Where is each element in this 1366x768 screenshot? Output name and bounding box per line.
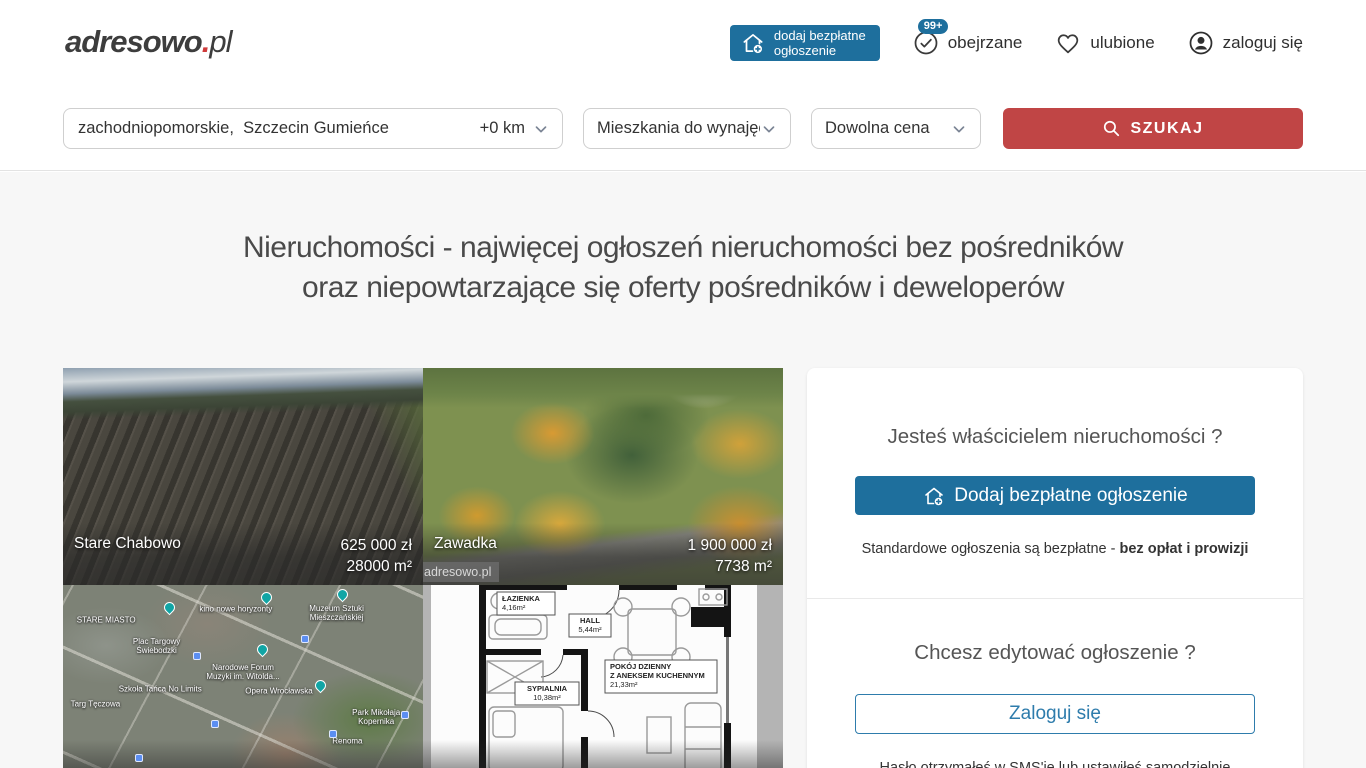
- svg-text:POKÓJ DZIENNY: POKÓJ DZIENNY: [610, 662, 671, 671]
- house-add-icon: [922, 484, 946, 508]
- map-pin-icon: [259, 589, 275, 605]
- add-free-listing-button[interactable]: Dodaj bezpłatne ogłoszenie: [855, 476, 1255, 515]
- house-add-icon: [740, 30, 766, 56]
- edit-note: Hasło otrzymałeś w SMS'ie lub ustawiłeś …: [855, 760, 1255, 768]
- map-label: Renoma: [332, 737, 362, 746]
- user-circle-icon: [1187, 29, 1215, 57]
- svg-text:10,38m²: 10,38m²: [533, 693, 561, 702]
- listing-tile-wroclaw[interactable]: STARE MIASTO kino nowe horyzonty Muzeum …: [63, 585, 423, 768]
- edit-heading: Chcesz edytować ogłoszenie ?: [855, 641, 1255, 665]
- svg-text:HALL: HALL: [580, 616, 600, 625]
- category-value: Mieszkania do wynajęcia: [597, 119, 760, 138]
- logo-tld: pl: [209, 24, 231, 59]
- map-transit-icon: [401, 711, 409, 719]
- radius-value: +0 km: [480, 119, 525, 138]
- login-label: zaloguj się: [1223, 33, 1303, 53]
- search-bar: +0 km Mieszkania do wynajęcia Dowolna ce…: [0, 86, 1366, 171]
- map-label: Szkoła Tańca No Limits: [119, 685, 202, 694]
- chevron-down-icon: [760, 120, 778, 138]
- svg-text:4,16m²: 4,16m²: [502, 603, 526, 612]
- radius-select[interactable]: +0 km: [480, 119, 550, 138]
- favorites-link[interactable]: ulubione: [1054, 29, 1154, 57]
- viewed-link[interactable]: 99+ obejrzane: [912, 29, 1023, 57]
- viewed-label: obejrzane: [948, 33, 1023, 53]
- owner-heading: Jesteś właścicielem nieruchomości ?: [855, 425, 1255, 449]
- svg-text:Z ANEKSEM KUCHENNYM: Z ANEKSEM KUCHENNYM: [610, 671, 705, 680]
- listing-name: Zawadka: [434, 535, 497, 553]
- map-label: Narodowe Forum Muzyki im. Witolda...: [201, 663, 285, 681]
- listing-grid: Stare Chabowo 625 000 zł28000 m² adresow…: [63, 368, 783, 768]
- owner-note: Standardowe ogłoszenia są bezpłatne - be…: [855, 541, 1255, 557]
- map-label: Plac Targowy Świebodzki: [115, 637, 199, 655]
- logo-text: adresowo: [65, 24, 202, 59]
- login-link[interactable]: zaloguj się: [1187, 29, 1303, 57]
- favorites-label: ulubione: [1090, 33, 1154, 53]
- top-header: adresowo.pl dodaj bezpłatneogłoszenie 99…: [0, 0, 1366, 86]
- page-title: Nieruchomości - najwięcej ogłoszeń nieru…: [0, 172, 1366, 308]
- map-pin-icon: [255, 641, 271, 657]
- edit-section: Chcesz edytować ogłoszenie ? Zaloguj się…: [807, 599, 1303, 768]
- chevron-down-icon: [532, 120, 550, 138]
- location-field[interactable]: +0 km: [63, 108, 563, 149]
- map-label: Targ Tęczowa: [71, 700, 121, 709]
- location-input[interactable]: [78, 119, 480, 138]
- heart-icon: [1054, 29, 1082, 57]
- add-free-listing-label: Dodaj bezpłatne ogłoszenie: [954, 485, 1187, 507]
- site-logo[interactable]: adresowo.pl: [65, 24, 231, 60]
- map-label: STARE MIASTO: [77, 615, 136, 624]
- login-button[interactable]: Zaloguj się: [855, 694, 1255, 734]
- category-select[interactable]: Mieszkania do wynajęcia: [583, 108, 791, 149]
- search-icon: [1102, 119, 1121, 138]
- listing-price-area: 1 900 000 zł7738 m²: [688, 535, 772, 577]
- map-transit-icon: [193, 652, 201, 660]
- search-button-label: SZUKAJ: [1130, 120, 1203, 138]
- svg-text:21,33m²: 21,33m²: [610, 680, 638, 689]
- svg-text:SYPIALNIA: SYPIALNIA: [527, 684, 568, 693]
- floor-plan-image: ŁAZIENKA 4,16m² HALL 5,44m² POKÓJ DZIENN…: [423, 585, 783, 768]
- listing-tile-zawadka[interactable]: adresowo.pl Zawadka 1 900 000 zł7738 m²: [423, 368, 783, 585]
- chevron-down-icon: [950, 120, 968, 138]
- viewed-count-badge: 99+: [918, 19, 949, 34]
- map-pin-icon: [334, 587, 350, 603]
- map-transit-icon: [211, 720, 219, 728]
- map-label: Opera Wrocławska: [245, 687, 312, 696]
- listing-tile-stare-chabowo[interactable]: Stare Chabowo 625 000 zł28000 m²: [63, 368, 423, 585]
- listing-tile-zacharzyce[interactable]: ŁAZIENKA 4,16m² HALL 5,44m² POKÓJ DZIENN…: [423, 585, 783, 768]
- main-content: Nieruchomości - najwięcej ogłoszeń nieru…: [0, 172, 1366, 768]
- listing-price-area: 625 000 zł28000 m²: [340, 535, 412, 577]
- price-value: Dowolna cena: [825, 119, 930, 138]
- svg-text:ŁAZIENKA: ŁAZIENKA: [502, 594, 540, 603]
- add-listing-button[interactable]: dodaj bezpłatneogłoszenie: [730, 25, 880, 61]
- owner-panel: Jesteś właścicielem nieruchomości ? Doda…: [807, 368, 1303, 768]
- map-transit-icon: [301, 635, 309, 643]
- search-button[interactable]: SZUKAJ: [1003, 108, 1303, 149]
- map-pin-icon: [162, 600, 178, 616]
- map-transit-icon: [135, 754, 143, 762]
- listing-name: Stare Chabowo: [74, 535, 181, 553]
- svg-text:5,44m²: 5,44m²: [578, 625, 602, 634]
- add-listing-label: dodaj bezpłatneogłoszenie: [774, 28, 866, 58]
- map-pin-icon: [313, 678, 329, 694]
- owner-section: Jesteś właścicielem nieruchomości ? Doda…: [807, 368, 1303, 557]
- price-select[interactable]: Dowolna cena: [811, 108, 981, 149]
- map-label: kino nowe horyzonty: [199, 604, 272, 613]
- map-label: Muzeum Sztuki Mieszczańskiej: [295, 604, 379, 622]
- header-actions: dodaj bezpłatneogłoszenie 99+ obejrzane …: [730, 25, 1303, 61]
- map-transit-icon: [329, 730, 337, 738]
